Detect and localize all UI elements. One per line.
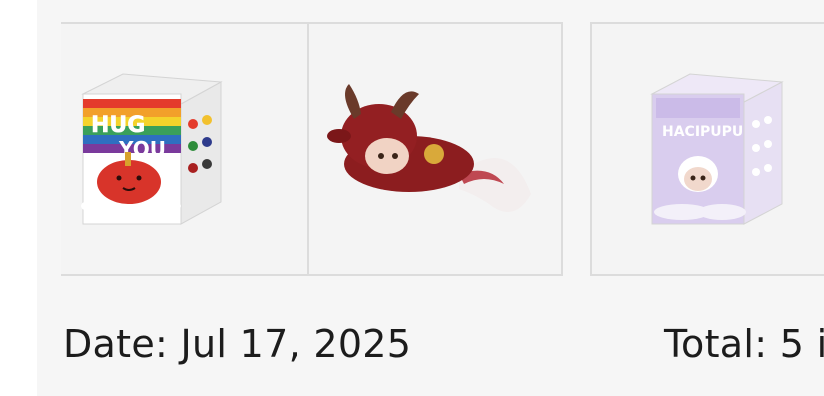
hug-you-box-image: HUG YOU <box>81 73 223 225</box>
hacipupu-box-image: HACIPUPU <box>650 73 784 225</box>
order-card[interactable]: HUG YOU HACIPUPU Date: Jul 17, 2025 Tota… <box>37 0 824 396</box>
dragon-plush-image <box>327 84 531 212</box>
order-date: Date: Jul 17, 2025 <box>63 322 412 366</box>
order-summary-screen: HUG YOU HACIPUPU Date: Jul 17, 2025 Tota… <box>0 0 824 396</box>
svg-text:HACIPUPU: HACIPUPU <box>662 124 743 140</box>
product-thumbnail-dragon-plush[interactable] <box>307 22 563 276</box>
order-total: Total: 5 i <box>664 322 824 366</box>
product-thumbnail-hug-you[interactable]: HUG YOU <box>61 22 318 276</box>
svg-text:HUG: HUG <box>91 113 145 138</box>
product-thumbnail-hacipupu[interactable]: HACIPUPU <box>590 22 824 276</box>
left-margin <box>0 0 37 396</box>
